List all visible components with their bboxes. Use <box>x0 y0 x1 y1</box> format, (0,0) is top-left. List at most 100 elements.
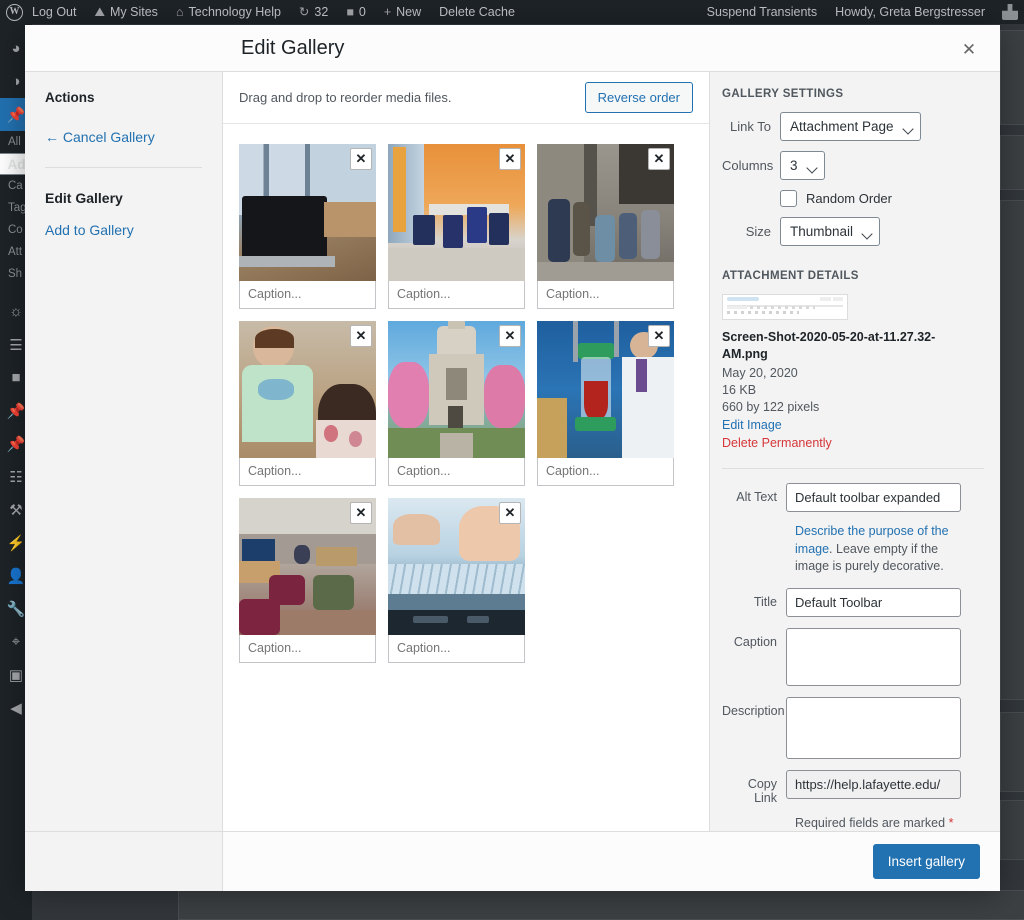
gallery-item[interactable]: ✕ Caption... <box>239 144 376 309</box>
size-select[interactable]: Thumbnail <box>780 217 881 246</box>
columns-row: Columns 3 <box>722 151 984 180</box>
attachment-date: May 20, 2020 <box>722 366 798 380</box>
attachment-dimensions: 660 by 122 pixels <box>722 400 820 414</box>
size-select-wrap: Thumbnail <box>780 217 881 246</box>
admin-bar-label: Log Out <box>32 5 77 19</box>
admin-bar-item-my-sites[interactable]: ⛰ My Sites <box>85 0 166 24</box>
admin-bar-item-howdy[interactable]: Howdy, Greta Bergstresser <box>826 0 994 24</box>
alt-text-field[interactable] <box>786 483 961 512</box>
gallery-item[interactable]: ✕ Caption... <box>388 321 525 486</box>
cancel-gallery-link[interactable]: ← Cancel Gallery <box>45 129 202 145</box>
gallery-item[interactable]: ✕ Caption... <box>239 498 376 663</box>
gallery-thumbnail[interactable]: ✕ <box>537 321 674 458</box>
gallery-item[interactable]: ✕ Caption... <box>537 144 674 309</box>
caption-input[interactable]: Caption... <box>239 458 376 486</box>
title-field[interactable] <box>786 587 961 617</box>
admin-bar: Log Out ⛰ My Sites ⌂ Technology Help ↻ 3… <box>0 0 1024 24</box>
gallery-thumbnail[interactable]: ✕ <box>388 321 525 458</box>
drag-hint-text: Drag and drop to reorder media files. <box>239 90 452 105</box>
admin-bar-comments-count: 0 <box>358 5 366 19</box>
required-fields-note: Required fields are marked * <box>795 816 984 830</box>
link-to-select[interactable]: Attachment Page <box>780 112 921 141</box>
admin-bar-label: Howdy, Greta Bergstresser <box>835 5 985 19</box>
remove-icon[interactable]: ✕ <box>499 148 521 170</box>
remove-icon[interactable]: ✕ <box>648 148 670 170</box>
modal-body: Actions ← Cancel Gallery Edit Gallery Ad… <box>25 72 1000 831</box>
gallery-thumbnail[interactable]: ✕ <box>388 144 525 281</box>
copy-link-field[interactable] <box>786 769 961 799</box>
add-to-gallery-link[interactable]: Add to Gallery <box>45 222 134 238</box>
gallery-item[interactable]: ✕ Caption... <box>388 144 525 309</box>
link-to-row: Link To Attachment Page <box>722 112 984 141</box>
remove-icon[interactable]: ✕ <box>350 502 372 524</box>
caption-input[interactable]: Caption... <box>537 281 674 309</box>
actions-panel: Actions ← Cancel Gallery Edit Gallery Ad… <box>25 72 223 831</box>
insert-gallery-button[interactable]: Insert gallery <box>872 844 980 879</box>
wordpress-logo-icon[interactable] <box>6 3 23 21</box>
random-order-checkbox[interactable] <box>780 190 797 207</box>
edit-gallery-modal: Edit Gallery ✕ Actions ← Cancel Gallery … <box>25 25 1000 891</box>
tools-icon: ⚒ <box>9 501 23 519</box>
gallery-item[interactable]: ✕ Caption... <box>537 321 674 486</box>
analytics-icon: ◑ <box>11 73 21 90</box>
user-avatar-icon[interactable] <box>1002 4 1018 20</box>
page-title: Edit Gallery <box>241 37 345 59</box>
updates-icon: ↻ <box>298 4 310 19</box>
size-row: Size Thumbnail <box>722 217 984 246</box>
actions-divider <box>45 167 202 168</box>
admin-bar-item-technology-help[interactable]: ⌂ Technology Help <box>167 0 290 24</box>
gallery-thumbnail[interactable]: ✕ <box>537 144 674 281</box>
description-label: Description <box>722 703 785 718</box>
required-note-text: Required fields are marked <box>795 815 946 830</box>
admin-bar-item-suspend-transients[interactable]: Suspend Transients <box>698 0 827 24</box>
remove-icon[interactable]: ✕ <box>499 325 521 347</box>
link-to-select-wrap: Attachment Page <box>780 112 921 141</box>
remove-icon[interactable]: ✕ <box>350 148 372 170</box>
gallery-thumbnail[interactable]: ✕ <box>239 144 376 281</box>
admin-bar-item-new[interactable]: + New <box>375 0 430 24</box>
remove-icon[interactable]: ✕ <box>499 502 521 524</box>
modal-footer: Insert gallery <box>25 831 1000 891</box>
caption-input[interactable]: Caption... <box>239 635 376 663</box>
attachment-details-heading: ATTACHMENT DETAILS <box>722 270 859 282</box>
plus-icon: + <box>383 4 392 19</box>
screenshot-thumbnail-icon[interactable] <box>722 294 848 320</box>
admin-bar-item-comments[interactable]: ■ 0 <box>337 0 375 24</box>
gallery-thumbnail[interactable]: ✕ <box>388 498 525 635</box>
gallery-item[interactable]: ✕ Caption... <box>388 498 525 663</box>
gallery-toolbar: Drag and drop to reorder media files. Re… <box>223 72 709 124</box>
close-icon[interactable]: ✕ <box>952 33 986 67</box>
gallery-item[interactable]: ✕ Caption... <box>239 321 376 486</box>
gallery-thumbnail[interactable]: ✕ <box>239 498 376 635</box>
copy-link-label: Copy Link <box>747 776 777 805</box>
background-editor-block <box>1000 712 1024 792</box>
caption-input[interactable]: Caption... <box>388 635 525 663</box>
caption-input[interactable]: Caption... <box>388 458 525 486</box>
admin-bar-item-logout[interactable]: Log Out <box>23 0 85 24</box>
admin-bar-updates-count: 32 <box>314 5 329 19</box>
admin-bar-label: New <box>396 5 422 19</box>
delete-permanently-link[interactable]: Delete Permanently <box>722 434 984 452</box>
description-field[interactable] <box>786 696 961 759</box>
pages-icon: ■ <box>11 369 21 386</box>
attachment-preview-art <box>723 295 847 319</box>
remove-icon[interactable]: ✕ <box>350 325 372 347</box>
caption-field[interactable] <box>786 627 961 686</box>
caption-input[interactable]: Caption... <box>239 281 376 309</box>
title-row: Title <box>722 587 984 617</box>
edit-image-link[interactable]: Edit Image <box>722 416 984 434</box>
forms-icon: ☷ <box>9 468 23 486</box>
reverse-order-button[interactable]: Reverse order <box>584 82 693 113</box>
admin-bar-label: Delete Cache <box>439 5 515 19</box>
admin-bar-item-updates[interactable]: ↻ 32 <box>290 0 337 24</box>
caption-input[interactable]: Caption... <box>537 458 674 486</box>
admin-bar-item-delete-cache[interactable]: Delete Cache <box>430 0 524 24</box>
caption-input[interactable]: Caption... <box>388 281 525 309</box>
columns-select[interactable]: 3 <box>780 151 825 180</box>
gallery-thumbnail[interactable]: ✕ <box>239 321 376 458</box>
caption-row: Caption <box>722 627 984 686</box>
link-to-label: Link To <box>730 119 771 134</box>
remove-icon[interactable]: ✕ <box>648 325 670 347</box>
pin-icon: 📌 <box>6 402 26 420</box>
required-star: * <box>948 815 954 830</box>
